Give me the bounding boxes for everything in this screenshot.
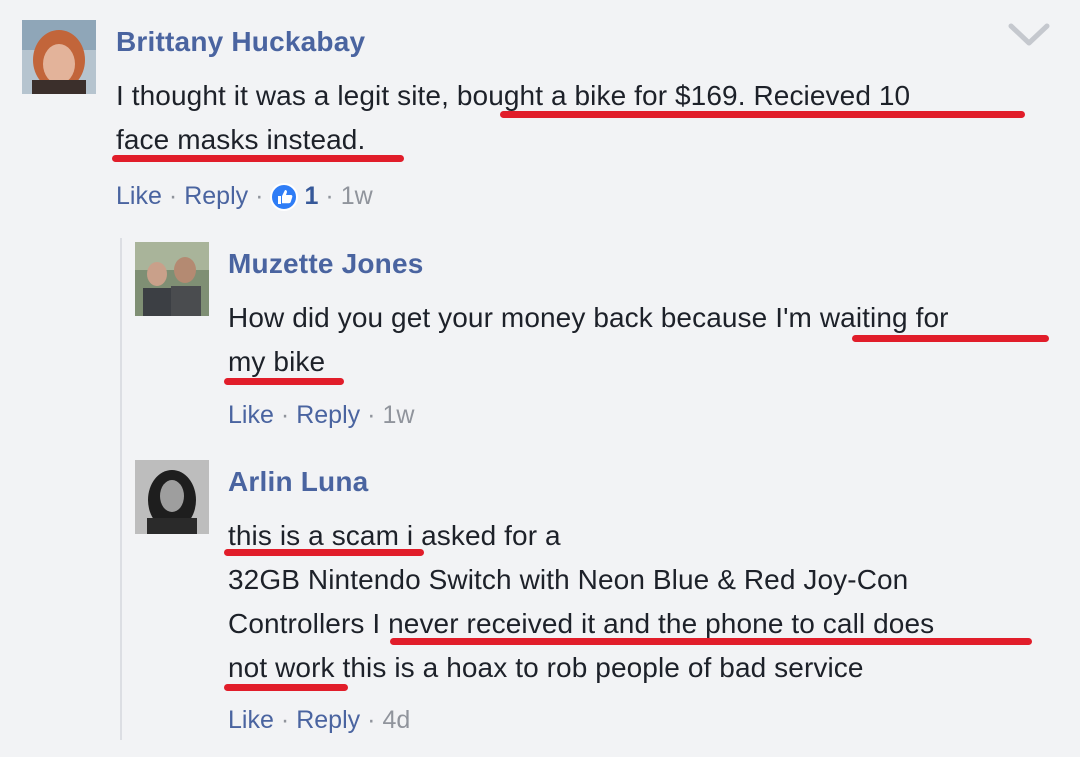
comment-text-line: my bike [228, 346, 326, 377]
comment-author[interactable]: Muzette Jones [228, 248, 424, 280]
red-underline [852, 335, 1049, 342]
comment-actions: Like · Reply · 1 · 1w [116, 182, 373, 211]
avatar[interactable] [22, 20, 96, 94]
red-underline [224, 378, 344, 385]
reply-thread-line [120, 238, 122, 740]
comment-text-line: not work this is a hoax to rob people of… [228, 652, 864, 683]
like-link[interactable]: Like [116, 182, 162, 211]
red-underline [224, 684, 348, 691]
like-link[interactable]: Like [228, 706, 274, 735]
separator: · [367, 706, 376, 734]
comment-text-line: I thought it was a legit site, bought a … [116, 80, 911, 111]
avatar[interactable] [135, 242, 209, 316]
comment-text-line: Controllers I never received it and the … [228, 608, 935, 639]
separator: · [168, 182, 178, 210]
comment-author[interactable]: Arlin Luna [228, 466, 368, 498]
options-chevron-down-icon[interactable] [1008, 22, 1050, 53]
reply-link[interactable]: Reply [296, 401, 360, 430]
comment-actions: Like · Reply · 1w [228, 401, 414, 430]
comment-text-line: How did you get your money back because … [228, 302, 949, 333]
separator: · [325, 182, 334, 210]
comment-author[interactable]: Brittany Huckabay [116, 26, 365, 58]
separator: · [280, 401, 290, 429]
comment-text-line: this is a scam i asked for a [228, 520, 561, 551]
red-underline [112, 155, 404, 162]
separator: · [367, 401, 376, 429]
avatar[interactable] [135, 460, 209, 534]
separator: · [255, 182, 264, 210]
timestamp[interactable]: 4d [382, 706, 410, 735]
like-reaction-icon[interactable] [270, 182, 299, 211]
like-link[interactable]: Like [228, 401, 274, 430]
separator: · [280, 706, 290, 734]
red-underline [390, 638, 1032, 645]
comment-text-line: face masks instead. [116, 124, 366, 155]
comment-actions: Like · Reply · 4d [228, 706, 410, 735]
reply-link[interactable]: Reply [184, 182, 248, 211]
comment-text-line: 32GB Nintendo Switch with Neon Blue & Re… [228, 564, 909, 595]
red-underline [500, 111, 1025, 118]
timestamp[interactable]: 1w [341, 182, 373, 211]
red-underline [224, 549, 424, 556]
reply-link[interactable]: Reply [296, 706, 360, 735]
reaction-count[interactable]: 1 [304, 182, 318, 211]
timestamp[interactable]: 1w [382, 401, 414, 430]
